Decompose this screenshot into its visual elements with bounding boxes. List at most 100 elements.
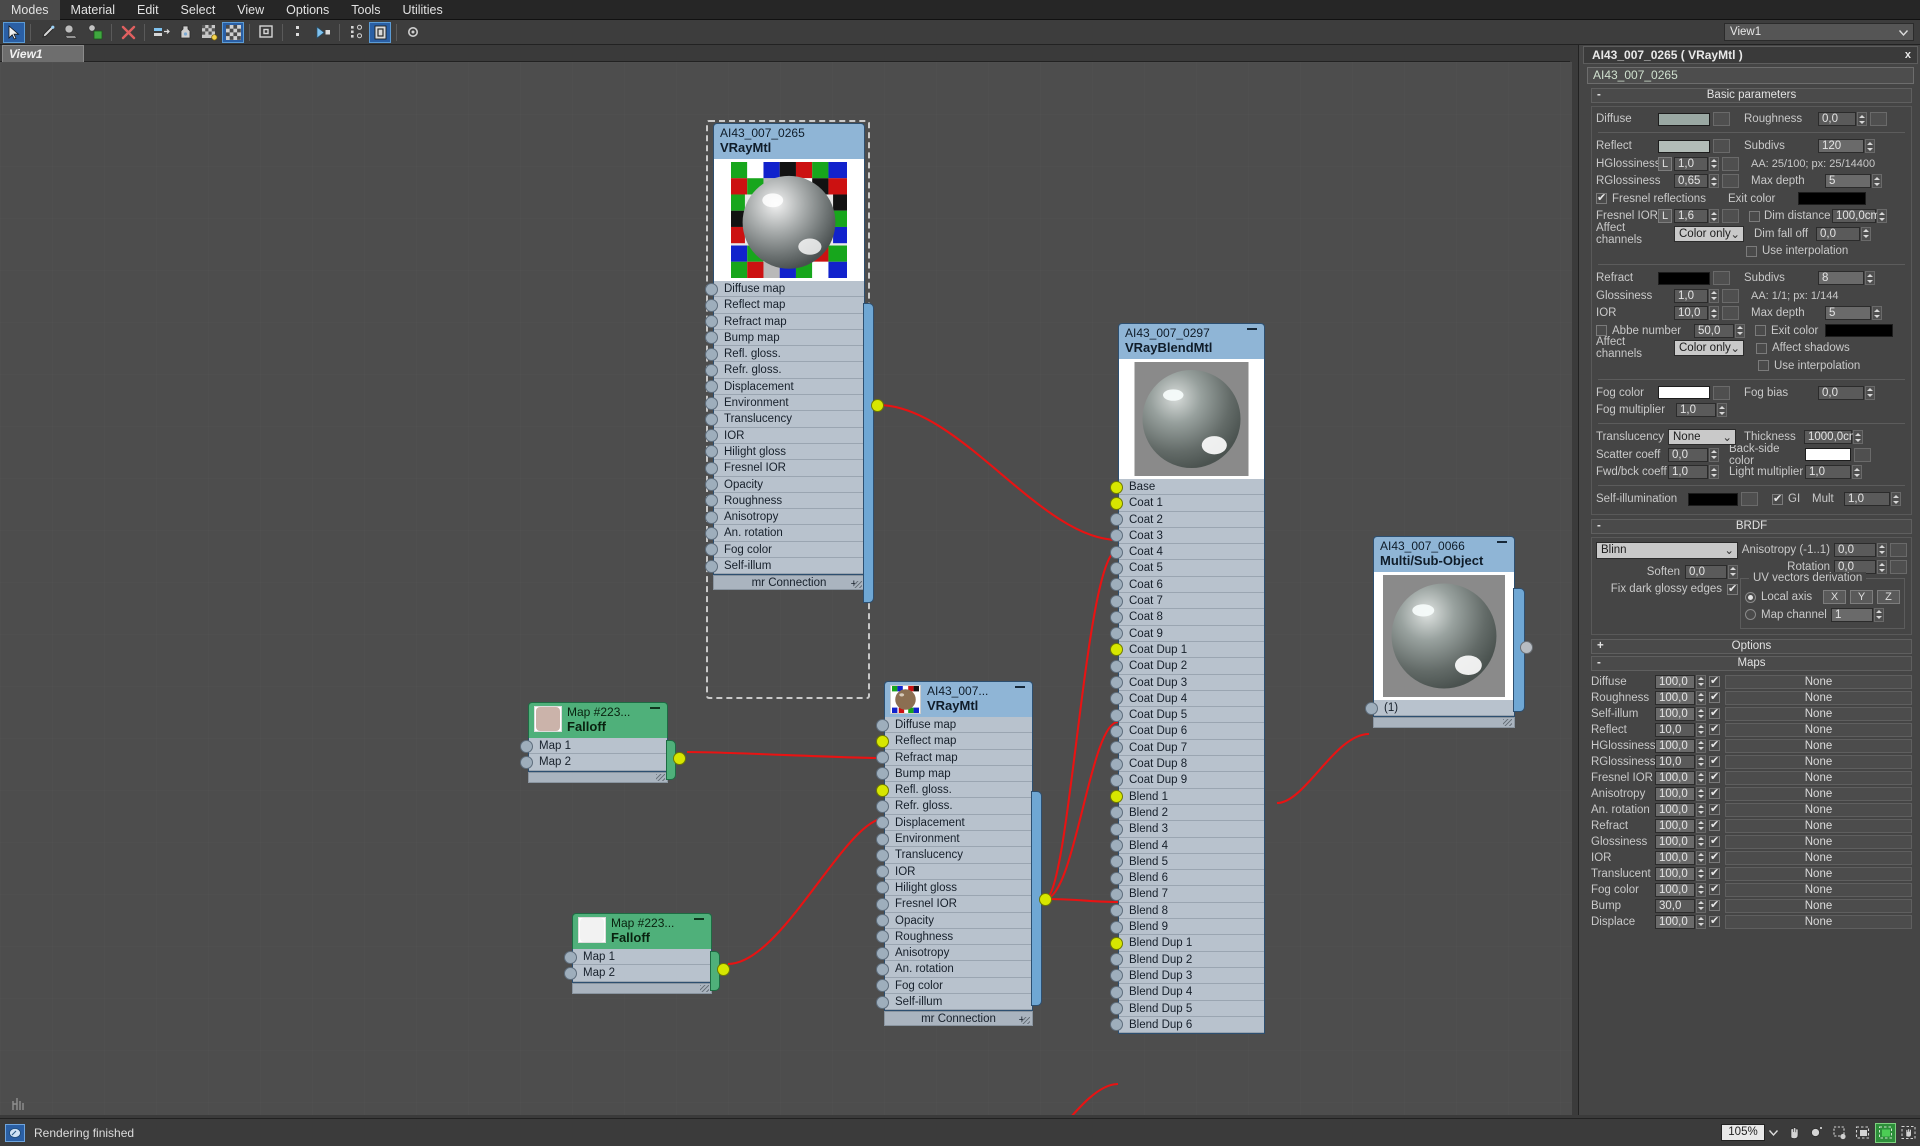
node-output-socket[interactable] (717, 963, 730, 976)
fwdbck-coeff-value[interactable]: 1,0 (1668, 465, 1708, 479)
roughness-spinner[interactable] (1857, 112, 1867, 126)
node-slot[interactable]: Refract map (876, 749, 1032, 766)
maps-row-amount[interactable]: 100,0 (1655, 802, 1695, 817)
make-preview-icon[interactable] (288, 22, 310, 43)
node-slot[interactable]: Blend 2 (1110, 804, 1264, 822)
maps-row-map-button[interactable]: None (1725, 770, 1912, 785)
node-slot[interactable]: Blend 9 (1110, 919, 1264, 936)
slot-socket-icon[interactable] (876, 865, 889, 879)
node-slot[interactable]: Coat Dup 7 (1110, 739, 1264, 757)
node-multi-sub-object[interactable]: AI43_007_0066 Multi/Sub-Object (1) (1365, 536, 1533, 729)
material-id-channel-icon[interactable] (345, 22, 367, 43)
fog-bias-value[interactable]: 0,0 (1818, 385, 1864, 400)
slot-socket-icon[interactable] (705, 331, 718, 345)
fog-multiplier-spinner[interactable] (1717, 403, 1727, 417)
node-slot[interactable]: Blend Dup 3 (1110, 967, 1264, 985)
maps-row-spinner[interactable] (1696, 818, 1706, 833)
reflect-map-button[interactable] (1713, 139, 1730, 153)
gear-icon[interactable] (402, 22, 424, 43)
refract-color-swatch[interactable] (1658, 271, 1710, 285)
maps-row-checkbox[interactable] (1709, 882, 1720, 896)
roughness-map-button[interactable] (1870, 112, 1887, 126)
maps-row-spinner[interactable] (1696, 754, 1706, 769)
node-slot[interactable]: Coat Dup 5 (1110, 707, 1264, 724)
node-slot[interactable]: Blend Dup 2 (1110, 951, 1264, 968)
mult-spinner[interactable] (1891, 492, 1901, 506)
node-falloff-2[interactable]: Map #223... Falloff Map 1 Map 2 (564, 913, 730, 994)
maps-row-checkbox[interactable] (1709, 690, 1720, 704)
node-slot[interactable]: Map 1 (520, 738, 667, 755)
slot-socket-icon[interactable] (1110, 822, 1123, 836)
ior-value[interactable]: 10,0 (1674, 306, 1708, 320)
maps-row-amount[interactable]: 100,0 (1655, 706, 1695, 721)
maps-row-map-button[interactable]: None (1725, 802, 1912, 817)
node-slot[interactable]: Base (1110, 479, 1264, 496)
node-slot[interactable]: Hilight gloss (876, 879, 1032, 897)
slot-socket-icon[interactable] (876, 848, 889, 862)
pan-region-icon[interactable] (1852, 1123, 1873, 1143)
abbe-number-checkbox[interactable] (1596, 325, 1607, 336)
maps-row-map-button[interactable]: None (1725, 882, 1912, 897)
fresnel-ior-value[interactable]: 1,6 (1674, 209, 1708, 223)
self-illumination-swatch[interactable] (1688, 492, 1738, 506)
backside-color-map-button[interactable] (1854, 447, 1871, 462)
slot-socket-icon[interactable] (876, 897, 889, 911)
node-slot[interactable]: Coat 3 (1110, 527, 1264, 545)
anisotropy-value[interactable]: 0,0 (1834, 542, 1876, 557)
zoom-dropdown-icon[interactable] (1765, 1127, 1782, 1138)
glossiness-refract-spinner[interactable] (1709, 288, 1719, 303)
node-slot[interactable]: Opacity (705, 476, 864, 493)
slot-socket-icon[interactable] (1110, 627, 1123, 641)
maps-row-checkbox[interactable] (1709, 834, 1720, 848)
resize-handle[interactable] (1021, 1017, 1030, 1025)
node-slot[interactable]: Diffuse map (876, 717, 1032, 734)
node-slot[interactable]: Refract map (705, 313, 864, 330)
slot-socket-icon[interactable] (1110, 594, 1123, 608)
resize-handle[interactable] (656, 773, 665, 781)
reflect-exit-color-swatch[interactable] (1798, 192, 1866, 205)
maps-row-spinner[interactable] (1696, 770, 1706, 785)
close-icon[interactable]: x (1905, 47, 1911, 64)
glossiness-refract-map-button[interactable] (1722, 288, 1739, 303)
menu-item-modes[interactable]: Modes (0, 0, 60, 20)
soften-value[interactable]: 0,0 (1685, 564, 1727, 579)
move-children-icon[interactable] (150, 22, 172, 43)
maps-row-amount[interactable]: 10,0 (1655, 722, 1695, 737)
slot-socket-icon[interactable] (705, 543, 718, 557)
slot-socket-icon[interactable] (705, 559, 718, 573)
node-slot[interactable]: Bump map (705, 329, 864, 347)
dim-distance-spinner[interactable] (1877, 209, 1887, 223)
maps-row-map-button[interactable]: None (1725, 834, 1912, 849)
put-to-library-icon[interactable] (174, 22, 196, 43)
node-vrayblendmtl[interactable]: AI43_007_0297 VRayBlendMtl Base Coat 1 Coa… (1110, 323, 1265, 1035)
node-output-socket[interactable] (1520, 641, 1533, 654)
slot-socket-icon[interactable] (1365, 701, 1378, 715)
reflect-maxdepth-value[interactable]: 5 (1825, 174, 1871, 188)
maps-row-amount[interactable]: 100,0 (1655, 866, 1695, 881)
maps-row-checkbox[interactable] (1709, 898, 1720, 912)
menu-item-tools[interactable]: Tools (340, 0, 391, 20)
slot-socket-icon[interactable] (1110, 969, 1123, 983)
maps-row-spinner[interactable] (1696, 882, 1706, 897)
slot-socket-icon[interactable] (876, 979, 889, 993)
rollup-toggle-icon[interactable]: - (1597, 89, 1601, 102)
node-graph-canvas[interactable]: AI43_007_0265 VRayMtl Diffuse map Reflec… (0, 62, 1572, 1115)
menu-item-utilities[interactable]: Utilities (391, 0, 453, 20)
slot-socket-icon[interactable] (1110, 790, 1123, 804)
zoom-region-icon[interactable] (1829, 1123, 1850, 1143)
node-slot[interactable]: Blend Dup 4 (1110, 984, 1264, 1001)
node-slot[interactable]: Blend 8 (1110, 902, 1264, 920)
reflect-subdivs-spinner[interactable] (1865, 139, 1875, 153)
slot-socket-icon[interactable] (1110, 1002, 1123, 1015)
soften-spinner[interactable] (1728, 564, 1738, 579)
node-output-pad[interactable] (863, 303, 874, 603)
slot-socket-icon[interactable] (520, 739, 533, 753)
node-header[interactable]: AI43_007_0265 VRayMtl (713, 123, 865, 159)
video-post-icon[interactable] (312, 22, 334, 43)
node-slot[interactable]: Coat 1 (1110, 495, 1264, 512)
slot-socket-icon[interactable] (705, 412, 718, 426)
slot-socket-icon[interactable] (705, 380, 718, 394)
slot-socket-icon[interactable] (1110, 855, 1123, 869)
menu-item-view[interactable]: View (226, 0, 275, 20)
node-slot[interactable]: An. rotation (705, 525, 864, 542)
